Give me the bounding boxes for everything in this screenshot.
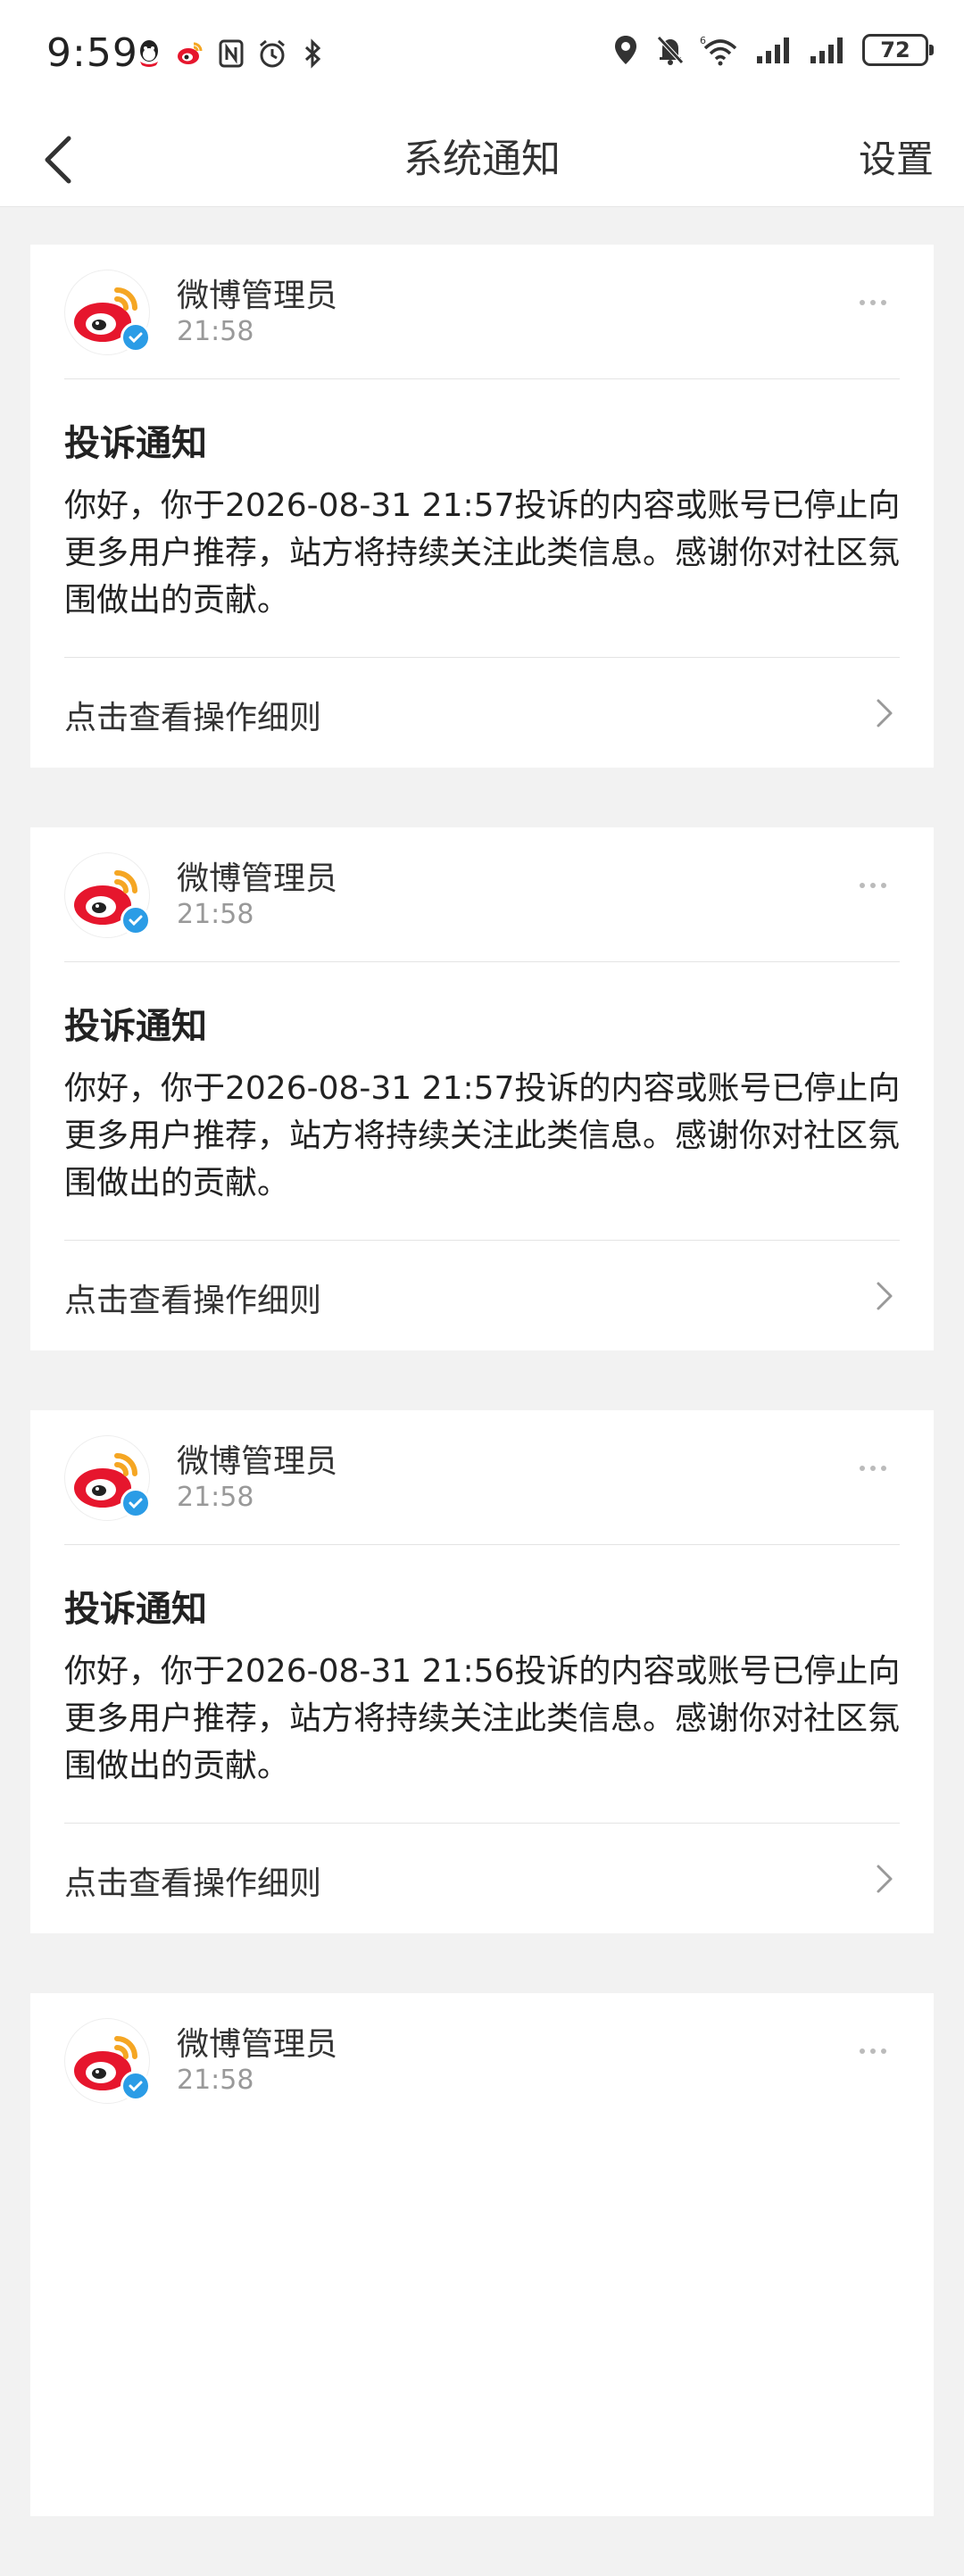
sender-time: 21:58 bbox=[177, 1482, 254, 1513]
nfc-icon bbox=[216, 36, 246, 71]
notice-body: 你好，你于2026-08-31 21:57投诉的内容或账号已停止向更多用户推荐，… bbox=[64, 487, 901, 619]
divider bbox=[64, 961, 900, 962]
sender-name[interactable]: 微博管理员 bbox=[177, 852, 337, 899]
page-title: 系统通知 bbox=[403, 137, 561, 182]
notice-title: 投诉通知 bbox=[64, 1589, 207, 1630]
chevron-right-icon bbox=[877, 1865, 893, 1893]
card-header: 微博管理员 21:58 bbox=[64, 1435, 900, 1521]
weibo-icon bbox=[175, 36, 205, 71]
sender-name[interactable]: 微博管理员 bbox=[177, 2018, 337, 2065]
notification-card: 微博管理员 21:58 投诉通知 你好，你于2026-08-31 21:57投诉… bbox=[30, 245, 934, 768]
view-rules-link[interactable]: 点击查看操作细则 bbox=[30, 658, 934, 768]
notice-body: 你好，你于2026-08-31 21:57投诉的内容或账号已停止向更多用户推荐，… bbox=[64, 1070, 901, 1201]
notification-list: 微博管理员 21:58 投诉通知 你好，你于2026-08-31 21:57投诉… bbox=[30, 245, 934, 2576]
mute-icon bbox=[655, 32, 686, 68]
location-icon bbox=[611, 32, 641, 68]
notification-card: 微博管理员 21:58 bbox=[30, 1993, 934, 2516]
alarm-icon bbox=[257, 36, 287, 71]
status-time: 9:59 bbox=[46, 30, 138, 76]
avatar[interactable] bbox=[64, 852, 151, 938]
svg-text:6: 6 bbox=[700, 35, 706, 46]
bluetooth-icon bbox=[298, 36, 328, 71]
view-rules-label: 点击查看操作细则 bbox=[64, 1866, 322, 1902]
sender-name[interactable]: 微博管理员 bbox=[177, 270, 337, 316]
status-left-icons bbox=[134, 36, 328, 71]
card-header: 微博管理员 21:58 bbox=[64, 2018, 900, 2104]
notice-title: 投诉通知 bbox=[64, 423, 207, 464]
avatar[interactable] bbox=[64, 1435, 151, 1521]
more-options-icon[interactable] bbox=[846, 2038, 900, 2065]
wifi-icon: 6 bbox=[700, 32, 741, 68]
avatar[interactable] bbox=[64, 270, 151, 355]
notice-title: 投诉通知 bbox=[64, 1006, 207, 1047]
status-right-icons: 6 72 bbox=[611, 32, 934, 68]
notice-body: 你好，你于2026-08-31 21:56投诉的内容或账号已停止向更多用户推荐，… bbox=[64, 1653, 901, 1784]
verified-badge-icon bbox=[120, 905, 151, 935]
card-header: 微博管理员 21:58 bbox=[64, 852, 900, 938]
view-rules-label: 点击查看操作细则 bbox=[64, 1283, 322, 1319]
divider bbox=[64, 378, 900, 379]
sender-time: 21:58 bbox=[177, 316, 254, 347]
view-rules-link[interactable]: 点击查看操作细则 bbox=[30, 1824, 934, 1933]
nav-bar: 系统通知 设置 bbox=[0, 111, 964, 207]
more-options-icon[interactable] bbox=[846, 1455, 900, 1482]
divider bbox=[64, 1544, 900, 1545]
notification-card: 微博管理员 21:58 投诉通知 你好，你于2026-08-31 21:56投诉… bbox=[30, 1410, 934, 1933]
chevron-right-icon bbox=[877, 699, 893, 727]
verified-badge-icon bbox=[120, 1488, 151, 1518]
more-options-icon[interactable] bbox=[846, 289, 900, 316]
card-header: 微博管理员 21:58 bbox=[64, 270, 900, 355]
view-rules-link[interactable]: 点击查看操作细则 bbox=[30, 1241, 934, 1350]
settings-button[interactable]: 设置 bbox=[859, 129, 934, 191]
verified-badge-icon bbox=[120, 322, 151, 353]
view-rules-label: 点击查看操作细则 bbox=[64, 700, 322, 736]
notification-card: 微博管理员 21:58 投诉通知 你好，你于2026-08-31 21:57投诉… bbox=[30, 827, 934, 1350]
verified-badge-icon bbox=[120, 2071, 151, 2101]
sender-time: 21:58 bbox=[177, 899, 254, 930]
signal-icon bbox=[809, 32, 848, 68]
chevron-right-icon bbox=[877, 1282, 893, 1310]
avatar[interactable] bbox=[64, 2018, 151, 2104]
battery-indicator: 72 bbox=[862, 34, 934, 66]
sender-name[interactable]: 微博管理员 bbox=[177, 1435, 337, 1482]
qq-icon bbox=[134, 36, 164, 71]
more-options-icon[interactable] bbox=[846, 872, 900, 899]
status-bar: 9:59 6 72 bbox=[0, 0, 964, 111]
signal-icon bbox=[755, 32, 794, 68]
